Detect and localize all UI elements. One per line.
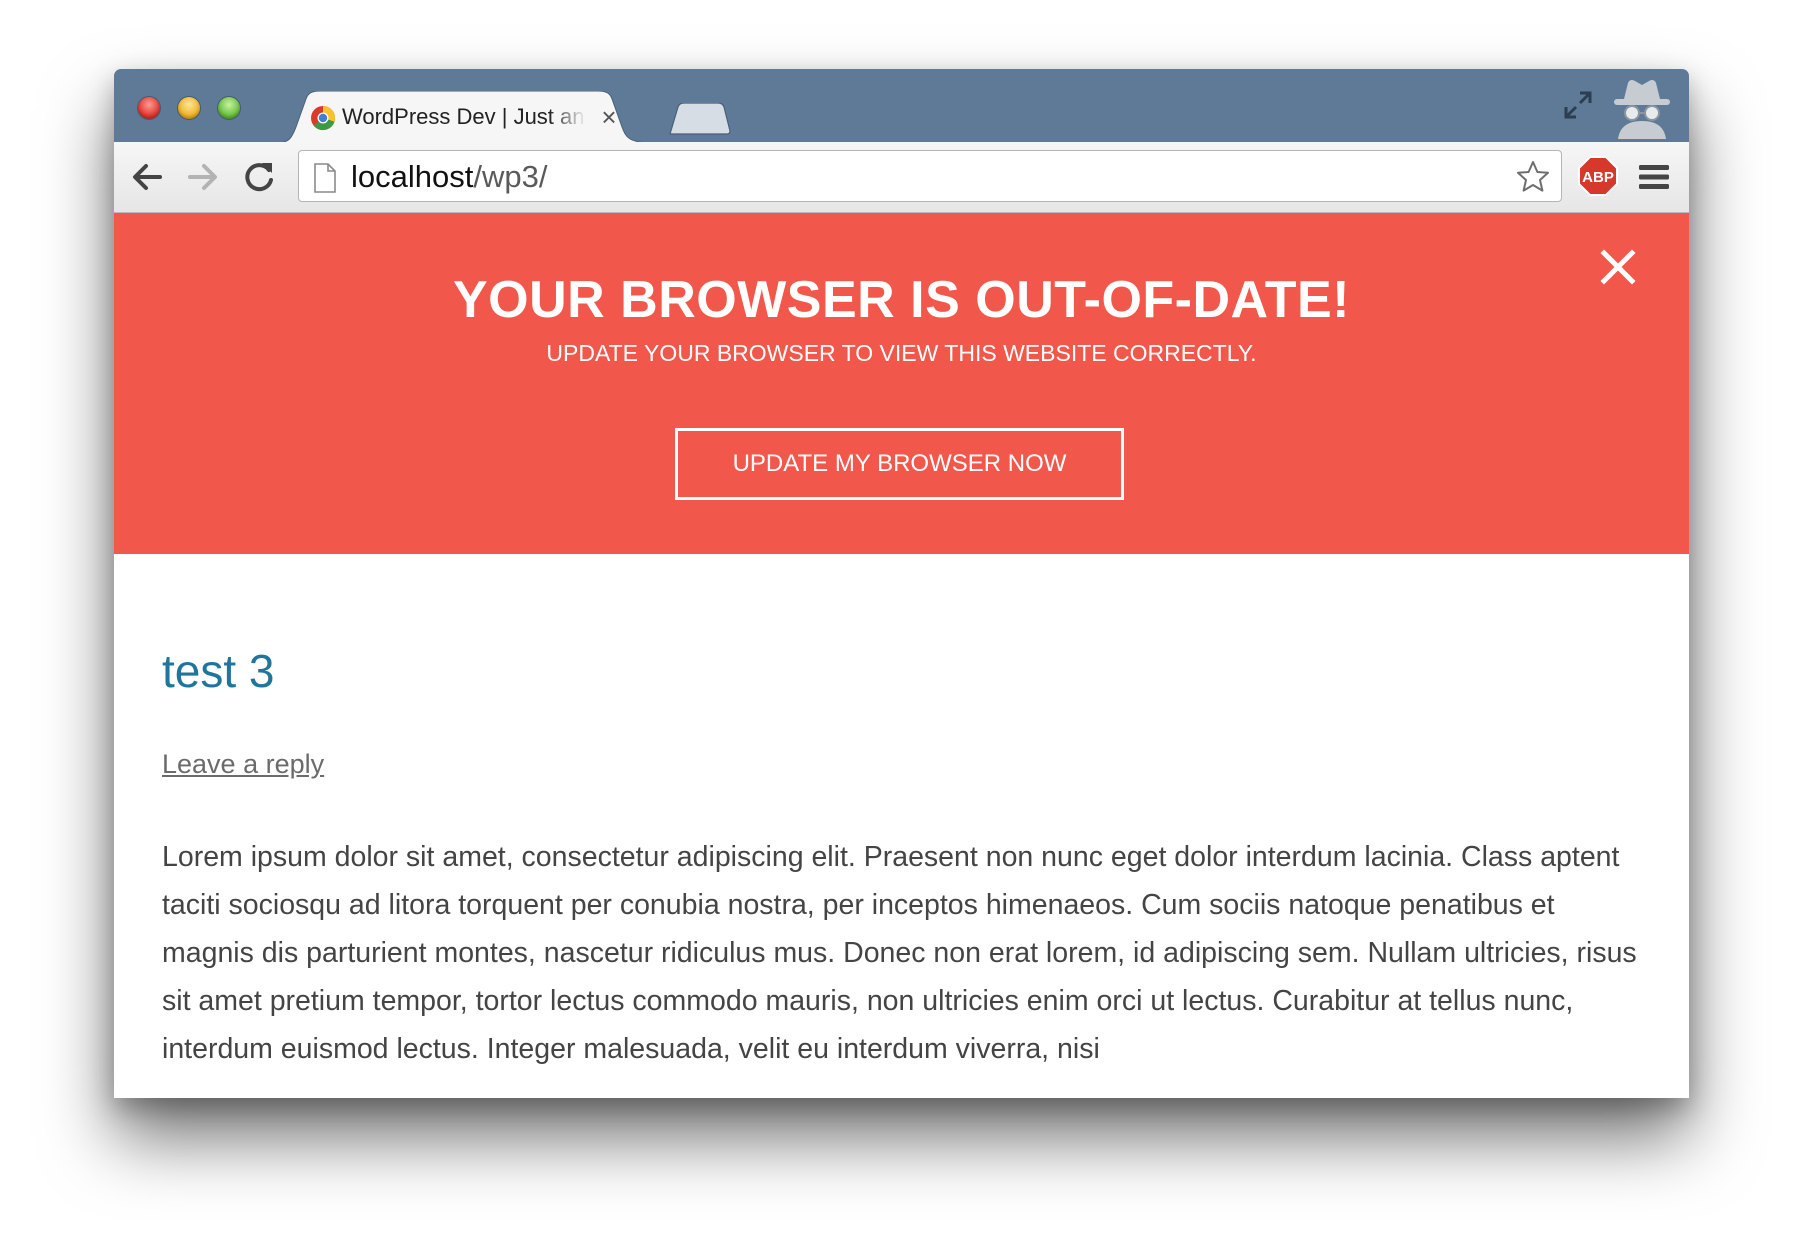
fullscreen-icon[interactable]: [1562, 89, 1594, 126]
reload-icon[interactable]: [240, 158, 278, 196]
banner-title: YOUR BROWSER IS OUT-OF-DATE!: [452, 271, 1350, 329]
tab-strip: WordPress Dev | Just another WordPress s…: [114, 69, 1689, 144]
incognito-icon: [1606, 77, 1678, 144]
outdated-browser-banner: YOUR BROWSER IS OUT-OF-DATE! UPDATE YOUR…: [114, 213, 1689, 554]
url-host: localhost: [351, 159, 474, 194]
new-tab-button[interactable]: [668, 102, 732, 140]
banner-subtitle: UPDATE YOUR BROWSER TO VIEW THIS WEBSITE…: [546, 340, 1257, 366]
address-bar[interactable]: localhost/wp3/: [298, 150, 1562, 202]
tab-wordpress-dev[interactable]: WordPress Dev | Just another WordPress s…: [276, 91, 654, 143]
page-icon: [313, 163, 337, 198]
update-browser-button[interactable]: UPDATE MY BROWSER NOW: [675, 428, 1124, 500]
forward-arrow-icon[interactable]: [184, 158, 222, 196]
wordpress-favicon-icon: [310, 105, 336, 131]
url-text: localhost/wp3/: [351, 159, 547, 195]
bookmark-star-icon[interactable]: [1515, 159, 1551, 200]
page-viewport: YOUR BROWSER IS OUT-OF-DATE! UPDATE YOUR…: [114, 213, 1689, 1098]
browser-toolbar: localhost/wp3/ ABP: [114, 142, 1689, 213]
close-window-button[interactable]: [138, 97, 160, 119]
adblock-label: ABP: [1582, 169, 1614, 186]
browser-window: WordPress Dev | Just another WordPress s…: [114, 69, 1689, 1098]
adblock-plus-icon[interactable]: ABP: [1578, 156, 1618, 201]
post-body: Lorem ipsum dolor sit amet, consectetur …: [162, 841, 1637, 1065]
hamburger-menu-icon[interactable]: [1638, 162, 1670, 197]
url-path: /wp3/: [473, 159, 548, 194]
post-title[interactable]: test 3: [162, 643, 275, 699]
leave-reply-link[interactable]: Leave a reply: [162, 747, 324, 781]
tab-close-icon[interactable]: ×: [596, 103, 622, 131]
back-arrow-icon[interactable]: [128, 158, 166, 196]
tab-title: WordPress Dev | Just another WordPress s…: [342, 104, 586, 129]
minimize-window-button[interactable]: [178, 97, 200, 119]
zoom-window-button[interactable]: [218, 97, 240, 119]
